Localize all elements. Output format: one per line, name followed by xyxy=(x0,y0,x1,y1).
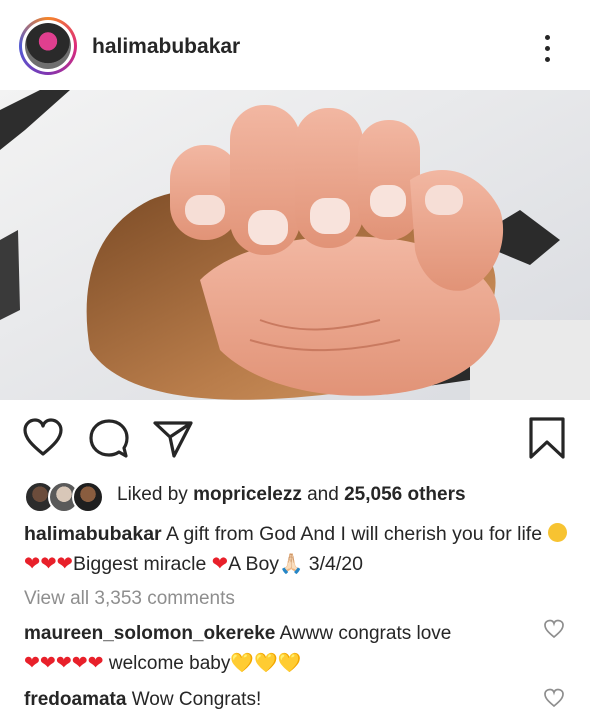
avatar[interactable] xyxy=(22,20,74,72)
red-hearts-emoji: ❤❤❤ xyxy=(24,553,74,575)
tired-face-emoji xyxy=(547,523,567,542)
caption-date: 3/4/20 xyxy=(308,553,363,575)
liked-by-prefix: Liked by xyxy=(117,484,188,505)
post-caption: halimabubakar A gift from God And I will… xyxy=(24,519,572,579)
caption-text: A gift from God And I will cherish you f… xyxy=(165,523,543,545)
red-heart-emoji: ❤ xyxy=(211,553,229,575)
red-hearts-emoji: ❤❤❤❤❤ xyxy=(24,653,104,674)
liked-by-and: and xyxy=(307,484,339,505)
post-image[interactable] xyxy=(0,90,590,400)
liked-by-user[interactable]: mopricelezz xyxy=(193,484,302,505)
comment-like-heart-icon[interactable] xyxy=(543,688,565,708)
baby-hand-photo xyxy=(0,90,590,400)
comment-icon[interactable] xyxy=(88,418,130,460)
comment-text: Awww congrats love xyxy=(279,623,452,644)
avatar-photo xyxy=(25,23,71,69)
comment-item: fredoamata Wow Congrats! xyxy=(24,685,534,715)
yellow-hearts-emoji: 💛💛💛 xyxy=(230,653,302,674)
post-header: halimabubakar xyxy=(0,0,590,90)
liked-by-text[interactable]: Liked by mopricelezz and 25,056 others xyxy=(117,484,466,506)
likes-count[interactable]: 25,056 others xyxy=(344,484,465,505)
view-all-comments-link[interactable]: View all 3,353 comments xyxy=(24,588,235,610)
comment-like-heart-icon[interactable] xyxy=(543,619,565,639)
post-actions xyxy=(0,408,590,468)
share-paper-plane-icon[interactable] xyxy=(152,418,194,460)
praying-hands-emoji: 🙏🏻 xyxy=(279,553,304,575)
comment-username[interactable]: fredoamata xyxy=(24,689,126,710)
like-heart-icon[interactable] xyxy=(22,418,64,458)
avatar-ring[interactable] xyxy=(19,17,77,75)
likes-summary: Liked by mopricelezz and 25,056 others xyxy=(0,475,590,515)
post-username[interactable]: halimabubakar xyxy=(92,35,240,59)
comment-item: maureen_solomon_okereke Awww congrats lo… xyxy=(24,619,534,679)
caption-text-3: A Boy xyxy=(228,553,280,575)
comment-text-2: welcome baby xyxy=(108,653,231,674)
comment-username[interactable]: maureen_solomon_okereke xyxy=(24,623,275,644)
caption-username[interactable]: halimabubakar xyxy=(24,523,162,545)
more-options-icon[interactable] xyxy=(538,33,558,65)
save-bookmark-icon[interactable] xyxy=(527,416,567,460)
liker-avatar[interactable] xyxy=(72,481,104,513)
comment-text: Wow Congrats! xyxy=(131,689,262,710)
caption-text-2: Biggest miracle xyxy=(73,553,207,575)
